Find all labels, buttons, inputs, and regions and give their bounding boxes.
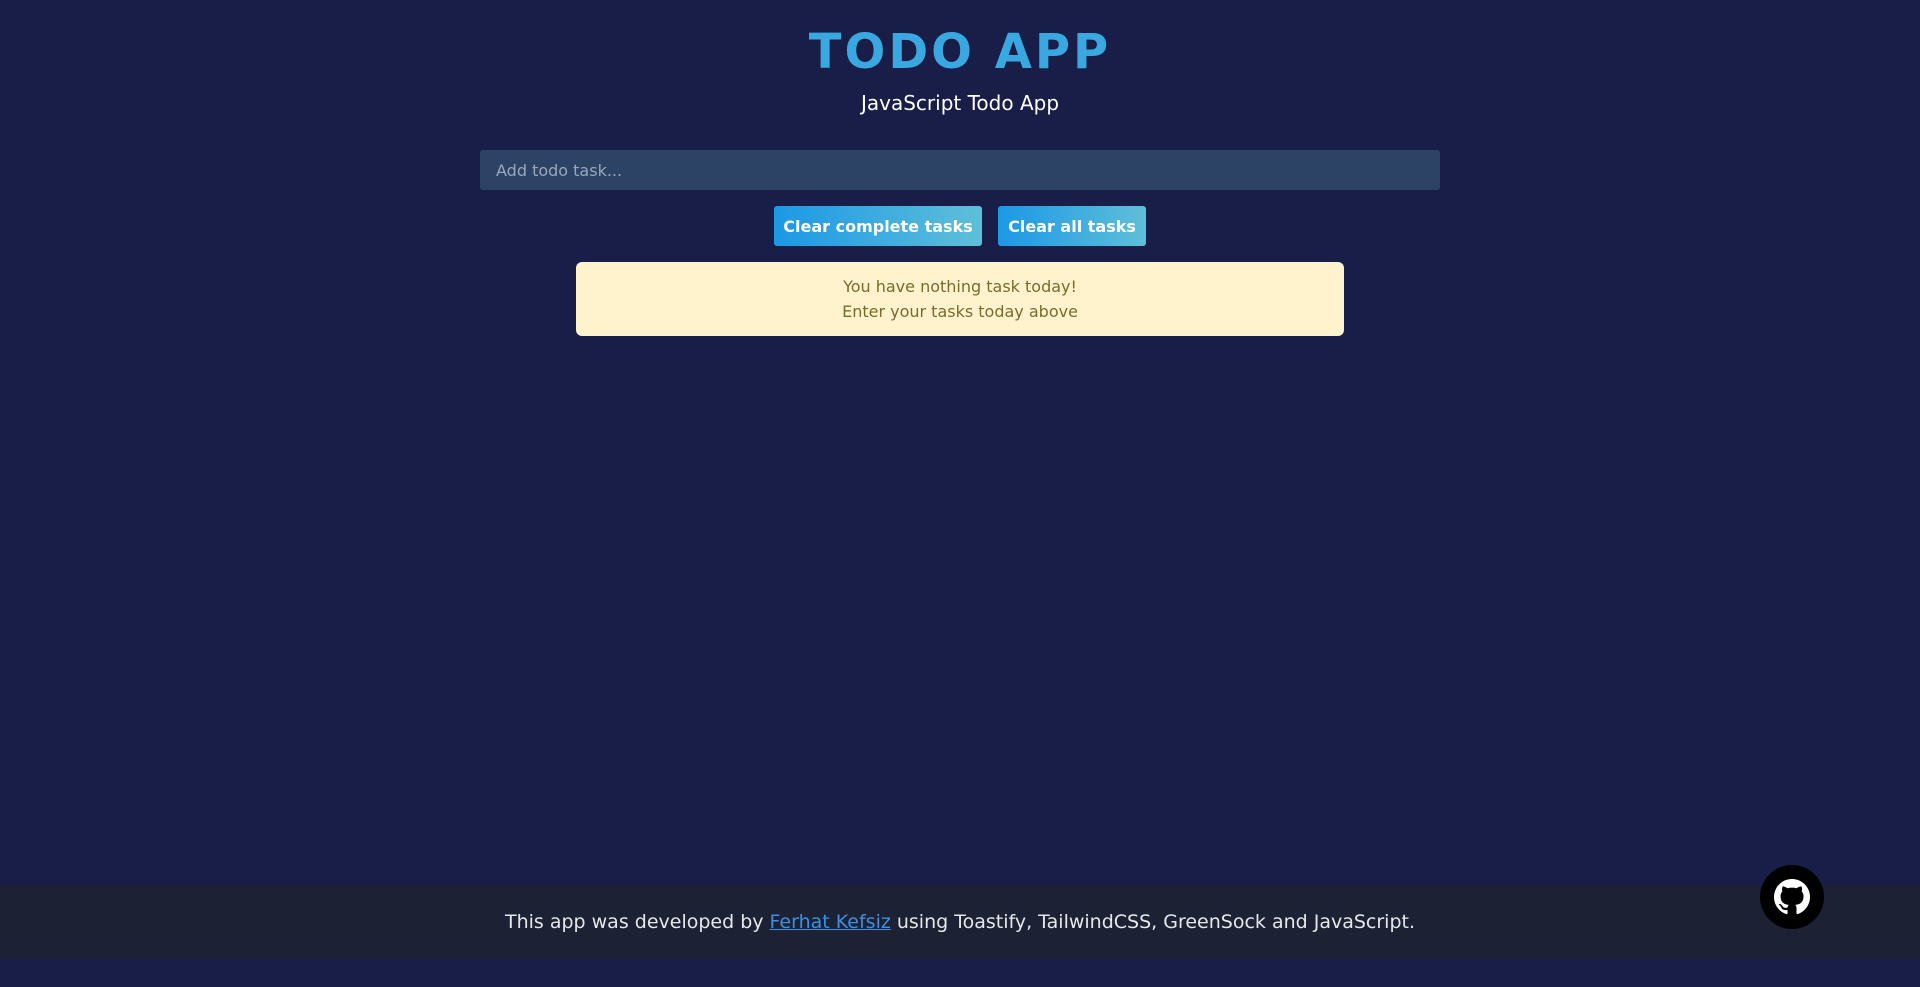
- footer-prefix-text: This app was developed by: [504, 911, 770, 933]
- empty-state-line-1: You have nothing task today!: [843, 277, 1077, 296]
- empty-state-line-2: Enter your tasks today above: [842, 302, 1078, 321]
- app-subtitle: JavaScript Todo App: [860, 91, 1060, 115]
- footer: This app was developed by Ferhat Kefsiz …: [0, 885, 1920, 959]
- github-icon: [1774, 879, 1810, 915]
- author-link[interactable]: Ferhat Kefsiz: [770, 911, 891, 933]
- add-todo-input[interactable]: [480, 150, 1440, 190]
- app-title: TODO APP: [808, 24, 1112, 80]
- footer-suffix-text: using Toastify, TailwindCSS, GreenSock a…: [890, 911, 1416, 933]
- empty-state-message: You have nothing task today! Enter your …: [576, 262, 1344, 336]
- github-button[interactable]: [1760, 865, 1824, 929]
- clear-complete-tasks-button[interactable]: Clear complete tasks: [774, 206, 982, 246]
- todo-page: TODO APP JavaScript Todo App Clear compl…: [0, 0, 1920, 987]
- clear-all-tasks-button[interactable]: Clear all tasks: [998, 206, 1146, 246]
